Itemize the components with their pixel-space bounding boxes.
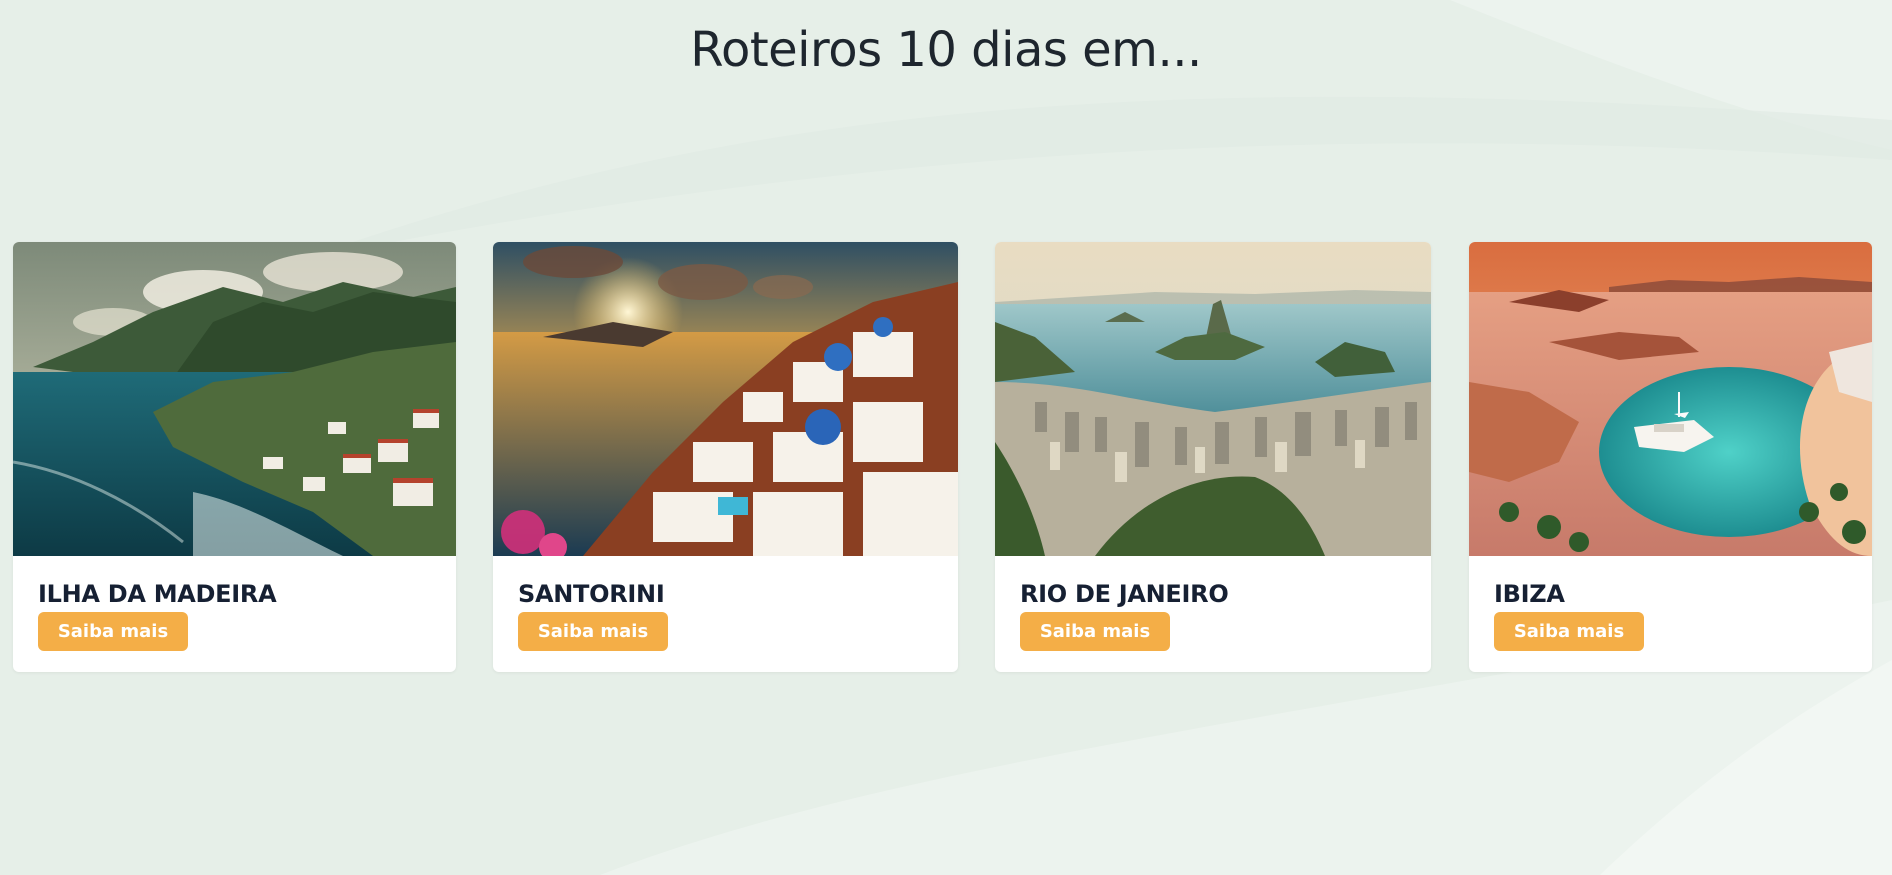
destination-card-ibiza[interactable]: IBIZA Saiba mais [1469, 242, 1872, 672]
saiba-mais-button[interactable]: Saiba mais [1494, 612, 1644, 651]
destination-image-santorini[interactable] [493, 242, 958, 556]
destination-cards: ILHA DA MADEIRA Saiba mais SANTORINI Sai… [0, 0, 1892, 875]
destination-image-ibiza[interactable] [1469, 242, 1872, 556]
destination-name: RIO DE JANEIRO [1020, 580, 1229, 608]
saiba-mais-button[interactable]: Saiba mais [1020, 612, 1170, 651]
destination-card-madeira[interactable]: ILHA DA MADEIRA Saiba mais [13, 242, 456, 672]
destination-card-rio-de-janeiro[interactable]: RIO DE JANEIRO Saiba mais [995, 242, 1431, 672]
destination-name: ILHA DA MADEIRA [38, 580, 277, 608]
saiba-mais-button[interactable]: Saiba mais [38, 612, 188, 651]
destination-name: IBIZA [1494, 580, 1565, 608]
destination-image-madeira[interactable] [13, 242, 456, 556]
destination-card-santorini[interactable]: SANTORINI Saiba mais [493, 242, 958, 672]
destination-image-rio-de-janeiro[interactable] [995, 242, 1431, 556]
destination-name: SANTORINI [518, 580, 665, 608]
saiba-mais-button[interactable]: Saiba mais [518, 612, 668, 651]
